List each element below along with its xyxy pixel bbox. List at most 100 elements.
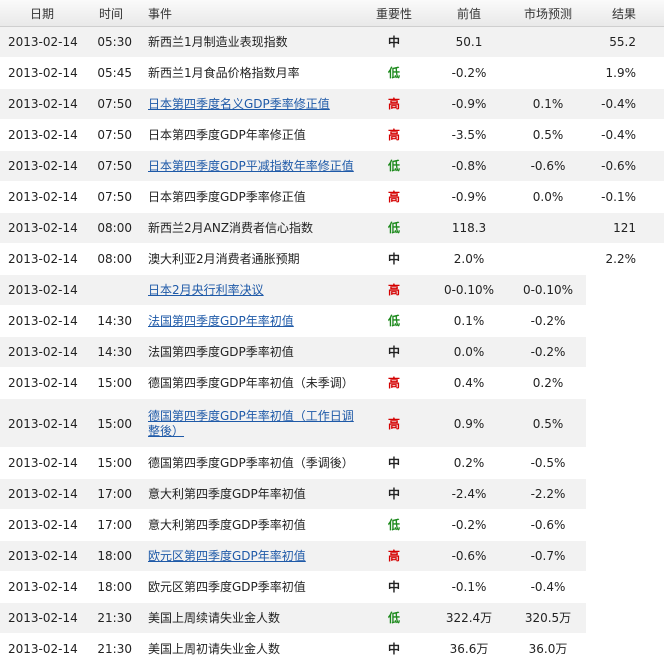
row-time: 08:00 (86, 212, 136, 244)
row-time: 07:50 (86, 119, 136, 151)
row-result (586, 336, 664, 368)
row-previous: 36.6万 (428, 633, 510, 665)
header-forecast: 市场预测 (510, 0, 586, 27)
row-forecast: -0.5% (510, 447, 586, 479)
table-body: 2013-02-14 05:30 新西兰1月制造业表现指数中 50.1 55.2 2013… (0, 26, 664, 665)
row-date: 2013-02-14 (0, 367, 86, 399)
event-label: 日本第四季度GDP季率修正值 (148, 189, 306, 204)
row-event: 澳大利亚2月消费者通胀预期 (136, 243, 360, 275)
row-time: 15:00 (86, 447, 136, 479)
row-event: 德国第四季度GDP年率初值（工作日调整後） (136, 398, 360, 448)
importance-badge: 高 (360, 181, 428, 213)
row-event: 新西兰2月ANZ消费者信心指数 (136, 212, 360, 244)
row-time: 07:50 (86, 88, 136, 120)
event-link[interactable]: 德国第四季度GDP年率初值（工作日调整後） (148, 409, 354, 438)
row-previous: 0.2% (428, 447, 510, 479)
importance-badge: 高 (360, 88, 428, 120)
row-time: 14:30 (86, 336, 136, 368)
row-date: 2013-02-14 (0, 540, 86, 572)
economic-calendar-table: 日期 时间 事件 重要性 前值 市场预测 结果 2013-02-14 05:30 新… (0, 0, 664, 665)
row-date: 2013-02-14 (0, 602, 86, 634)
row-result: 2.2% (586, 243, 664, 275)
event-label: 意大利第四季度GDP季率初值 (148, 517, 306, 532)
importance-badge: 低 (360, 305, 428, 337)
row-previous: -0.6% (428, 540, 510, 572)
row-result (586, 305, 664, 337)
importance-badge: 低 (360, 57, 428, 89)
row-previous: -0.1% (428, 571, 510, 603)
table-row: 2013-02-14 15:00 德国第四季度GDP年率初值（未季调） 高 0.4% 0.… (0, 367, 664, 399)
event-link[interactable]: 法国第四季度GDP年率初值 (148, 314, 294, 328)
event-link[interactable]: 欧元区第四季度GDP年率初值 (148, 549, 306, 563)
row-forecast (510, 212, 586, 244)
event-label: 德国第四季度GDP年率初值（未季调） (148, 375, 354, 390)
row-date: 2013-02-14 (0, 447, 86, 479)
event-label: 美国上周续请失业金人数 (148, 610, 281, 625)
row-date: 2013-02-14 (0, 212, 86, 244)
row-result (586, 633, 664, 665)
row-event: 美国上周续请失业金人数 (136, 602, 360, 634)
row-time: 07:50 (86, 181, 136, 213)
header-event: 事件 (136, 0, 360, 27)
importance-badge: 中 (360, 243, 428, 275)
row-time: 18:00 (86, 571, 136, 603)
row-forecast: 36.0万 (510, 633, 586, 665)
row-date: 2013-02-14 (0, 633, 86, 665)
table-row: 2013-02-14 17:00 意大利第四季度GDP季率初值 低 -0.2% -0.6% (0, 509, 664, 541)
table-row: 2013-02-14 08:00 澳大利亚2月消费者通胀预期 中 2.0% 2.2% (0, 243, 664, 275)
row-event: 日本第四季度GDP季率修正值 (136, 181, 360, 213)
header-result: 结果 (586, 0, 664, 27)
row-date: 2013-02-14 (0, 243, 86, 275)
table-row: 2013-02-14 15:00 德国第四季度GDP季率初值（季调後） 中 0.2% -0… (0, 447, 664, 479)
row-forecast: -0.4% (510, 571, 586, 603)
importance-badge: 低 (360, 212, 428, 244)
row-event: 欧元区第四季度GDP年率初值 (136, 540, 360, 572)
row-previous: 0-0.10% (428, 274, 510, 306)
row-forecast: 0.5% (510, 398, 586, 448)
event-label: 德国第四季度GDP季率初值（季调後） (148, 455, 354, 470)
event-label: 意大利第四季度GDP年率初值 (148, 486, 306, 501)
importance-badge: 高 (360, 398, 428, 448)
event-link[interactable]: 日本第四季度名义GDP季率修正值 (148, 97, 330, 111)
event-label: 美国上周初请失业金人数 (148, 641, 281, 656)
table-row: 2013-02-14 14:30 法国第四季度GDP年率初值 低 0.1% -0.2% (0, 305, 664, 337)
row-forecast: -0.2% (510, 336, 586, 368)
row-time: 07:50 (86, 150, 136, 182)
importance-badge: 中 (360, 478, 428, 510)
table-row: 2013-02-14 05:45 新西兰1月食品价格指数月率 低 -0.2% 1.9% (0, 57, 664, 89)
event-label: 新西兰2月ANZ消费者信心指数 (148, 220, 314, 235)
row-result: -0.4% (586, 88, 664, 120)
row-event: 意大利第四季度GDP季率初值 (136, 509, 360, 541)
event-label: 澳大利亚2月消费者通胀预期 (148, 251, 300, 266)
header-previous: 前值 (428, 0, 510, 27)
importance-badge: 高 (360, 367, 428, 399)
event-label: 欧元区第四季度GDP季率初值 (148, 579, 306, 594)
table-row: 2013-02-14 08:00 新西兰2月ANZ消费者信心指数 低 118.3 121 (0, 212, 664, 244)
table-row: 2013-02-14 18:00 欧元区第四季度GDP年率初值 高 -0.6% -0.7% (0, 540, 664, 572)
table-row: 2013-02-14 07:50 日本第四季度GDP年率修正值 高 -3.5% 0.5% -… (0, 119, 664, 151)
row-forecast: 0.2% (510, 367, 586, 399)
row-date: 2013-02-14 (0, 181, 86, 213)
row-previous: 0.0% (428, 336, 510, 368)
row-forecast: -0.7% (510, 540, 586, 572)
row-event: 法国第四季度GDP年率初值 (136, 305, 360, 337)
header-date: 日期 (0, 0, 86, 27)
row-result: -0.4% (586, 119, 664, 151)
row-result (586, 540, 664, 572)
row-time (86, 274, 136, 306)
row-time: 05:30 (86, 26, 136, 58)
importance-badge: 低 (360, 602, 428, 634)
row-previous: 322.4万 (428, 602, 510, 634)
row-event: 日本第四季度名义GDP季率修正值 (136, 88, 360, 120)
row-previous: -2.4% (428, 478, 510, 510)
row-date: 2013-02-14 (0, 57, 86, 89)
row-event: 日本2月央行利率决议 (136, 274, 360, 306)
event-label: 新西兰1月制造业表现指数 (148, 34, 288, 49)
row-result: 121 (586, 212, 664, 244)
event-link[interactable]: 日本2月央行利率决议 (148, 283, 264, 297)
row-result (586, 478, 664, 510)
row-date: 2013-02-14 (0, 119, 86, 151)
row-previous: 2.0% (428, 243, 510, 275)
importance-badge: 高 (360, 274, 428, 306)
event-link[interactable]: 日本第四季度GDP平减指数年率修正值 (148, 159, 354, 173)
